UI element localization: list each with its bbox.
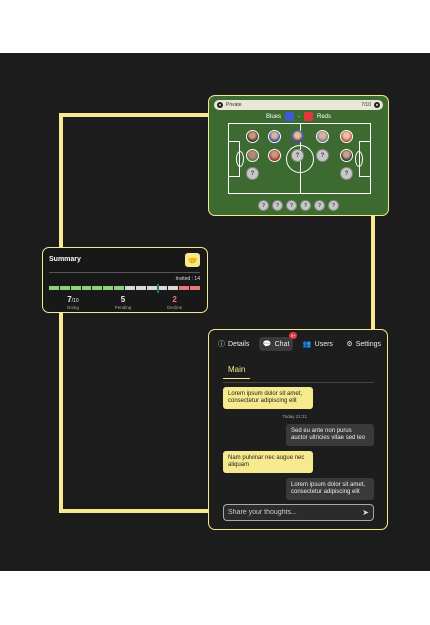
player-slot[interactable] (340, 130, 353, 143)
info-icon: ⓘ (218, 341, 225, 348)
player-count: 7/10 (361, 102, 371, 108)
player-slot[interactable] (291, 130, 304, 143)
unread-badge: 9+ (288, 332, 298, 339)
invited-count: Invited : 14 (175, 276, 200, 282)
player-slot[interactable] (268, 149, 281, 162)
handshake-icon: 🤝 (187, 255, 198, 265)
event-panel: ⓘ Details 💬 Chat 9+ 👥 Users ⚙ Settings M… (208, 329, 388, 530)
sub-slot[interactable]: ? (314, 200, 325, 211)
tab-users[interactable]: 👥 Users (299, 337, 337, 351)
handshake-button[interactable]: 🤝 (185, 253, 200, 267)
team-a-color[interactable] (285, 112, 294, 121)
users-icon: 👥 (302, 341, 312, 348)
sub-slot[interactable]: ? (286, 200, 297, 211)
app-canvas: ● Private 7/10 ● Blues - Reds ? ? ? ? ? … (0, 53, 430, 571)
team-a-name: Blues (265, 113, 281, 120)
right-arc (355, 151, 363, 167)
empty-player-slot[interactable]: ? (291, 149, 304, 162)
pitch-header: ● Private 7/10 ● (214, 100, 383, 110)
player-slot[interactable] (246, 149, 259, 162)
summary-card: Summary 🤝 Invited : 14 7/10 Going 5 Pend… (42, 247, 208, 313)
message-composer: ➤ (223, 504, 374, 521)
sub-slot[interactable]: ? (300, 200, 311, 211)
divider (49, 272, 200, 273)
stat-decline: 2 Decline (167, 295, 183, 310)
attendance-bar (49, 284, 201, 293)
send-icon[interactable]: ➤ (362, 508, 369, 517)
message-incoming: Lorem ipsum dolor sit amet, consectetur … (223, 387, 313, 409)
visibility-label: Private (226, 102, 242, 108)
sub-slot[interactable]: ? (328, 200, 339, 211)
capacity-marker (157, 284, 159, 293)
sub-slot[interactable]: ? (258, 200, 269, 211)
football-field: ? ? ? ? (228, 123, 371, 194)
panel-tabs: ⓘ Details 💬 Chat 9+ 👥 Users ⚙ Settings (214, 332, 385, 353)
summary-title: Summary (49, 256, 81, 263)
divider (223, 382, 374, 383)
stat-pending: 5 Pending (114, 295, 132, 310)
player-slot[interactable] (340, 149, 353, 162)
channel-tab-main[interactable]: Main (223, 365, 251, 379)
chat-icon: 💬 (262, 341, 272, 348)
sub-slot[interactable]: ? (272, 200, 283, 211)
team-b-name: Reds (317, 113, 332, 120)
message-outgoing: Lorem ipsum dolor sit amet, consectetur … (286, 478, 374, 500)
message-input[interactable] (228, 509, 363, 516)
left-arc (236, 151, 244, 167)
team-b-color[interactable] (304, 112, 313, 121)
message-incoming: Nam pulvinar nec augue nec aliquam (223, 451, 313, 473)
stat-going: 7/10 Going (66, 295, 79, 310)
users-icon: ● (374, 102, 380, 108)
message-timestamp: Today 21:21 (282, 414, 307, 419)
tab-settings[interactable]: ⚙ Settings (342, 337, 385, 351)
player-slot[interactable] (268, 130, 281, 143)
substitutes-row: ? ? ? ? ? ? (209, 200, 388, 211)
team-separator: - (298, 113, 300, 120)
player-slot[interactable] (246, 130, 259, 143)
message-outgoing: Sed eu ante non purus auctor ultricies v… (286, 424, 374, 446)
empty-player-slot[interactable]: ? (246, 167, 259, 180)
tab-chat[interactable]: 💬 Chat 9+ (258, 332, 298, 351)
team-names: Blues - Reds (209, 112, 388, 121)
player-slot[interactable] (316, 130, 329, 143)
globe-icon: ● (217, 102, 223, 108)
tab-details[interactable]: ⓘ Details (214, 336, 253, 352)
empty-player-slot[interactable]: ? (316, 149, 329, 162)
lineup-pitch-card: ● Private 7/10 ● Blues - Reds ? ? ? ? ? … (208, 95, 389, 216)
empty-player-slot[interactable]: ? (340, 167, 353, 180)
attendance-stats: 7/10 Going 5 Pending 2 Decline (49, 295, 200, 310)
sliders-icon: ⚙ (346, 341, 353, 348)
